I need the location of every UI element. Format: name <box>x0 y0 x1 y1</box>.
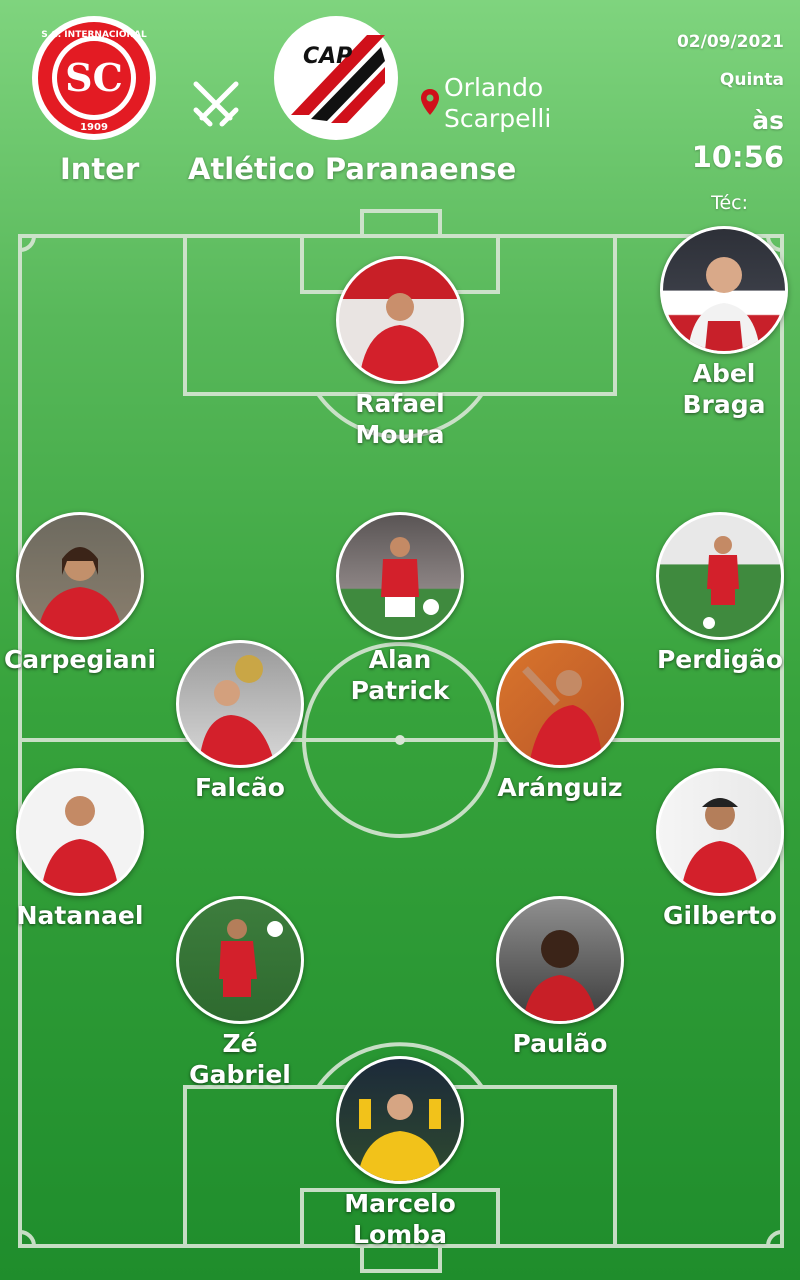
player-photo <box>176 896 304 1024</box>
coach-name: Abel Braga <box>682 359 766 419</box>
player-photo <box>496 896 624 1024</box>
player-name: Gilberto <box>663 901 777 930</box>
player-name: Paulão <box>512 1029 608 1058</box>
match-date: 02/09/2021 <box>676 32 784 52</box>
player-photo <box>336 256 464 384</box>
svg-text:SC: SC <box>65 55 123 100</box>
crossed-swords-icon <box>193 81 239 127</box>
player-card-natanael[interactable]: Natanael <box>16 768 144 931</box>
player-card-carpegiani[interactable]: Carpegiani <box>0 512 170 675</box>
away-team-logo: CAP <box>274 16 398 140</box>
venue-name: Orlando Scarpelli <box>444 73 552 133</box>
player-name: Carpegiani <box>3 645 157 674</box>
svg-text:1909: 1909 <box>80 122 108 133</box>
player-name: Aránguiz <box>497 773 623 802</box>
match-weekday: Quinta <box>719 70 784 90</box>
svg-text:CAP: CAP <box>303 44 352 69</box>
player-card-perdigao[interactable]: Perdigão <box>630 512 800 675</box>
player-photo <box>336 512 464 640</box>
player-card-aranguiz[interactable]: Aránguiz <box>496 640 624 803</box>
player-photo <box>656 768 784 896</box>
player-card-gilberto[interactable]: Gilberto <box>656 768 784 931</box>
player-photo <box>16 768 144 896</box>
player-photo <box>496 640 624 768</box>
player-name: Alan Patrick <box>350 645 450 705</box>
player-card-paulao[interactable]: Paulão <box>496 896 624 1059</box>
player-name: Natanael <box>16 901 144 930</box>
player-photo <box>176 640 304 768</box>
player-photo <box>336 1056 464 1184</box>
home-team-name: Inter <box>60 152 140 186</box>
player-name: Marcelo Lomba <box>344 1189 456 1249</box>
player-card-alan-patrick[interactable]: Alan Patrick <box>336 512 464 706</box>
player-name: Zé Gabriel <box>189 1029 291 1089</box>
player-photo <box>656 512 784 640</box>
coach-card[interactable]: Abel Braga <box>660 226 788 420</box>
svg-text:S.C. INTERNACIONAL: S.C. INTERNACIONAL <box>41 30 147 40</box>
player-card-falcao[interactable]: Falcão <box>176 640 304 803</box>
player-photo <box>16 512 144 640</box>
player-card-marcelo-lomba[interactable]: Marcelo Lomba <box>336 1056 464 1250</box>
match-time: 10:56 <box>691 140 784 174</box>
home-team-logo: SC S.C. INTERNACIONAL 1909 <box>32 16 156 140</box>
player-name: Perdigão <box>656 645 783 674</box>
coach-photo <box>660 226 788 354</box>
player-name: Falcão <box>195 773 285 802</box>
map-pin-icon <box>421 89 439 115</box>
coach-label: Téc: <box>711 192 748 214</box>
away-team-name: Atlético Paranaense <box>188 152 517 186</box>
player-card-rafael-moura[interactable]: Rafael Moura <box>336 256 464 450</box>
at-label: às <box>752 106 784 135</box>
player-name: Rafael Moura <box>355 389 445 449</box>
player-card-ze-gabriel[interactable]: Zé Gabriel <box>176 896 304 1090</box>
